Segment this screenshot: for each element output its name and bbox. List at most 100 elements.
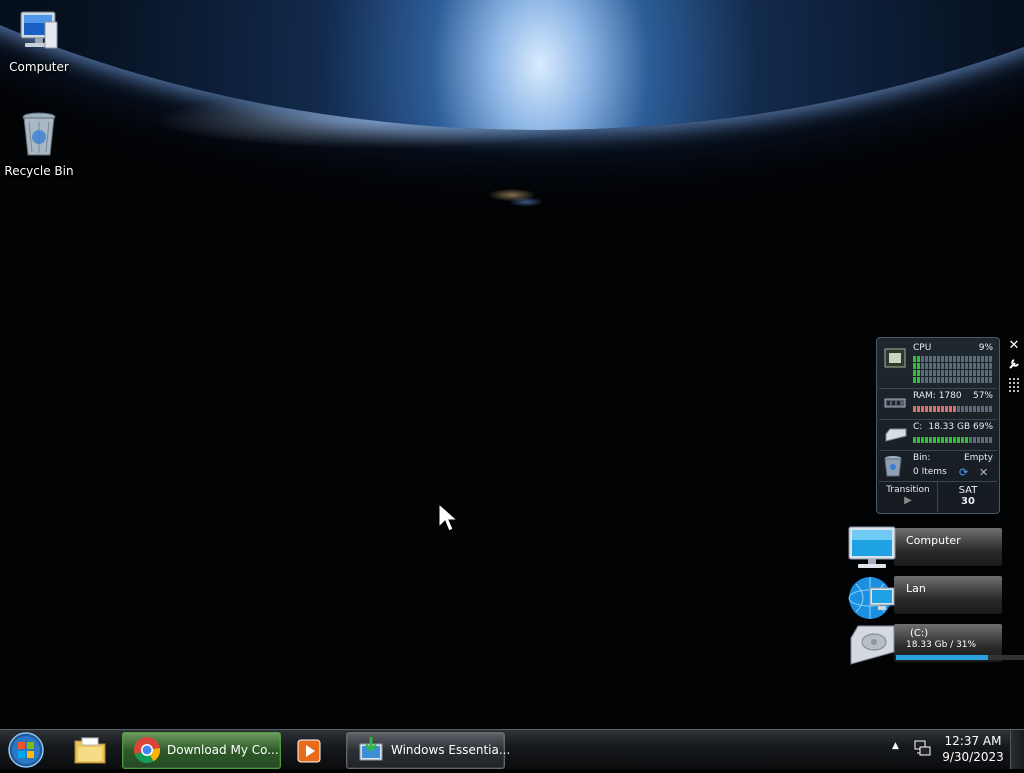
meter-segment (925, 356, 928, 362)
meter-segment (969, 370, 972, 376)
tile-lan-label: Lan (906, 582, 926, 595)
meter-segment (925, 406, 928, 412)
bin-items: 0 Items (913, 467, 947, 477)
transition-label: Transition (886, 485, 930, 495)
meter-segment (977, 356, 980, 362)
meter-segment (929, 377, 932, 383)
desktop-icon-label: Computer (9, 60, 69, 74)
taskbar-task-windows-essentials[interactable]: Windows Essentia... (346, 732, 510, 769)
meter-segment (981, 406, 984, 412)
meter-segment (925, 377, 928, 383)
meter-segment (985, 437, 988, 443)
meter-segment (949, 437, 952, 443)
meter-segment (913, 356, 916, 362)
meter-segment (973, 363, 976, 369)
meter-segment (989, 356, 992, 362)
meter-segment (937, 377, 940, 383)
desktop-icon-label: Recycle Bin (4, 164, 74, 178)
desktop-icon-computer[interactable]: Computer (0, 8, 78, 74)
network-status-icon[interactable] (914, 739, 932, 761)
meter-segment (969, 406, 972, 412)
meter-segment (989, 370, 992, 376)
close-icon[interactable]: ✕ (1006, 338, 1022, 354)
meter-segment (953, 363, 956, 369)
meter-segment (981, 370, 984, 376)
ram-value: 57% (972, 391, 993, 401)
bin-row: Bin: Empty 0 Items ⟳ ✕ (879, 451, 997, 482)
meter-segment (985, 356, 988, 362)
meter-segment (917, 377, 920, 383)
meter-segment (921, 363, 924, 369)
drive-progress-fill (896, 655, 989, 660)
meter-segment (957, 356, 960, 362)
meter-segment (961, 406, 964, 412)
meter-segment (933, 406, 936, 412)
monitor-icon (848, 526, 898, 574)
taskbar-explorer[interactable] (66, 732, 114, 767)
meter-segment (949, 363, 952, 369)
installer-icon (357, 736, 385, 768)
meter-segment (949, 377, 952, 383)
meter-segment (957, 406, 960, 412)
show-hidden-icons-button[interactable]: ▲ (892, 741, 899, 751)
desktop-icon-recycle-bin[interactable]: Recycle Bin (0, 110, 78, 178)
meter-segment (953, 406, 956, 412)
grip-icon[interactable] (1006, 378, 1022, 394)
show-desktop-button[interactable] (1010, 730, 1024, 769)
clock-date: 9/30/2023 (942, 750, 1004, 764)
meter-segment (941, 370, 944, 376)
meter-segment (913, 377, 916, 383)
meter-segment (917, 370, 920, 376)
meter-segment (933, 377, 936, 383)
meter-segment (917, 406, 920, 412)
meter-segment (961, 356, 964, 362)
meter-segment (969, 377, 972, 383)
meter-segment (937, 356, 940, 362)
transition-button[interactable]: Transition ▶ (879, 482, 938, 512)
hard-drive-icon (884, 428, 908, 445)
media-player-icon (296, 736, 324, 768)
start-orb-icon[interactable] (6, 731, 46, 773)
tile-lan[interactable]: Lan (848, 574, 1002, 619)
meter-segment (921, 356, 924, 362)
meter-segment (945, 363, 948, 369)
meter-segment (917, 437, 920, 443)
meter-segment (957, 370, 960, 376)
meter-segment (929, 437, 932, 443)
cpu-value: 9% (978, 343, 993, 353)
meter-segment (985, 377, 988, 383)
meter-segment (965, 406, 968, 412)
meter-segment (937, 437, 940, 443)
tray-clock[interactable]: 12:37 AM 9/30/2023 (940, 733, 1006, 765)
tile-computer[interactable]: Computer (848, 526, 1002, 570)
meter-segment (937, 370, 940, 376)
task-label: Download My Co... (167, 743, 279, 757)
taskbar: Download My Co... Windows Essentia... ▲ … (0, 729, 1024, 769)
meter-segment (953, 437, 956, 443)
meter-segment (989, 437, 992, 443)
meter-segment (965, 356, 968, 362)
meter-segment (933, 363, 936, 369)
meter-segment (989, 406, 992, 412)
tile-drive-c[interactable]: (C:) 18.33 Gb / 31% (848, 622, 1024, 666)
meter-segment (921, 437, 924, 443)
meter-segment (945, 377, 948, 383)
recycle-bin-icon (884, 455, 902, 480)
meter-segment (921, 370, 924, 376)
meter-segment (969, 356, 972, 362)
refresh-icon[interactable]: ⟳ (959, 466, 968, 479)
meter-segment (945, 406, 948, 412)
ram-usage-bar (913, 406, 992, 413)
meter-segment (961, 377, 964, 383)
taskbar-media-player[interactable] (286, 732, 334, 767)
meter-segment (921, 406, 924, 412)
drive-row: C: 18.33 GB 69% (879, 420, 997, 451)
meter-segment (913, 370, 916, 376)
meter-segment (929, 356, 932, 362)
wrench-icon[interactable] (1006, 358, 1022, 374)
meter-segment (961, 437, 964, 443)
network-globe-icon (848, 574, 898, 624)
empty-bin-icon[interactable]: ✕ (979, 466, 988, 479)
meter-segment (973, 356, 976, 362)
taskbar-task-chrome[interactable]: Download My Co... (122, 732, 281, 769)
